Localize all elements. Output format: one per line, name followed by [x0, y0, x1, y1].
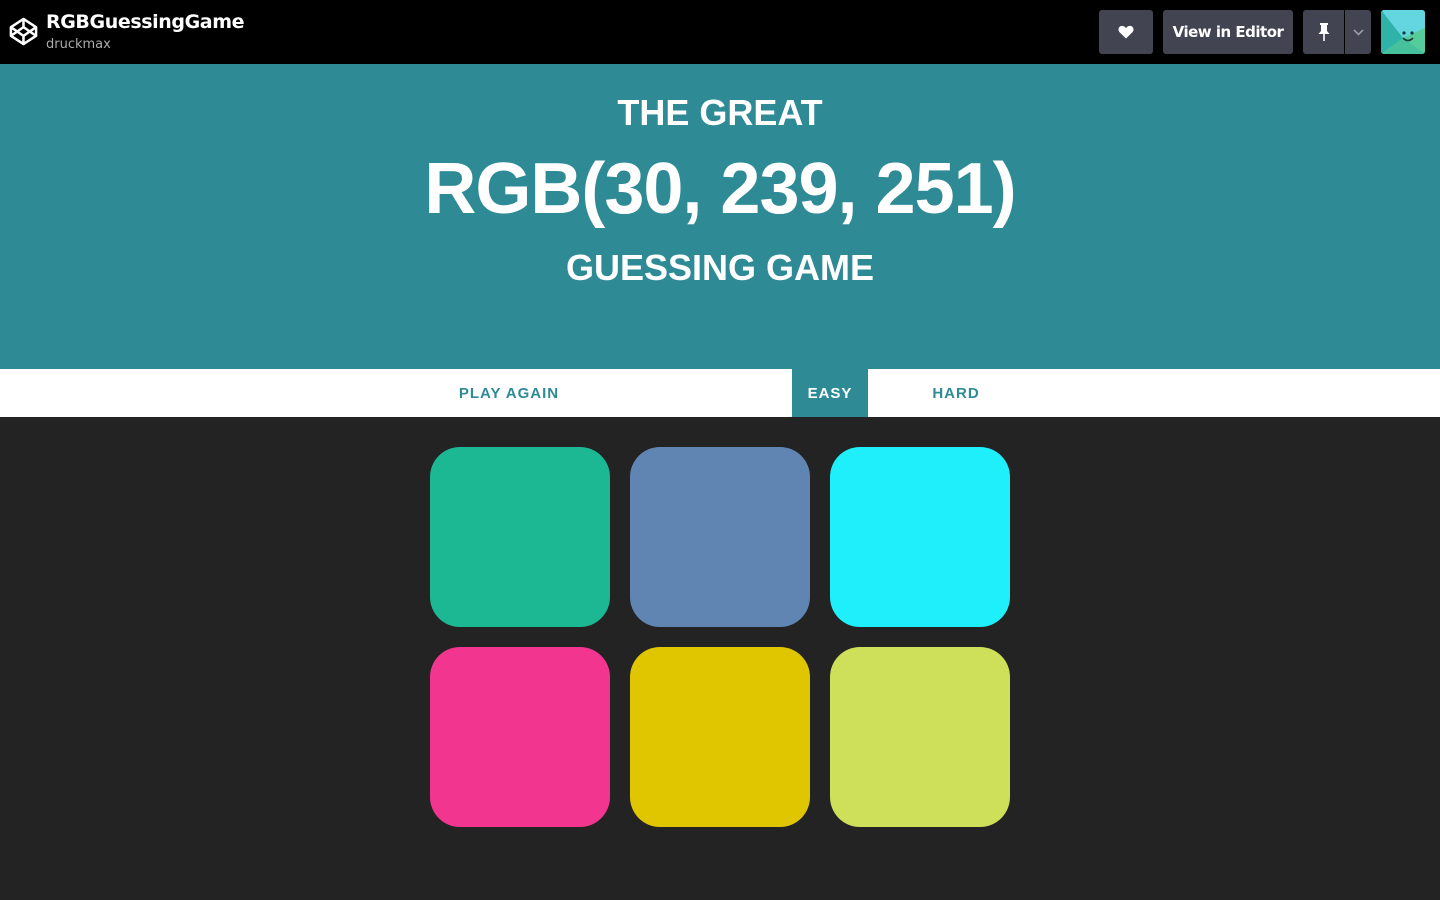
user-avatar[interactable]: [1381, 10, 1425, 54]
color-square[interactable]: [830, 647, 1010, 827]
color-square[interactable]: [630, 647, 810, 827]
color-square[interactable]: [630, 447, 810, 627]
avatar-icon: [1381, 10, 1425, 54]
color-square[interactable]: [430, 647, 610, 827]
play-again-button[interactable]: PLAY AGAIN: [440, 369, 578, 417]
pen-author-link[interactable]: druckmax: [46, 37, 111, 52]
color-square[interactable]: [830, 447, 1010, 627]
view-in-editor-button[interactable]: View in Editor: [1163, 10, 1293, 54]
header-title-top: THE GREAT: [617, 92, 823, 133]
pin-icon: [1318, 23, 1329, 41]
easy-mode-button[interactable]: EASY: [792, 369, 868, 417]
hard-mode-button[interactable]: HARD: [918, 369, 994, 417]
header-title-bottom: GUESSING GAME: [565, 247, 875, 288]
codepen-topbar: RGBGuessingGame druckmax View in Editor: [0, 0, 1440, 64]
color-square[interactable]: [430, 447, 610, 627]
pin-options-dropdown[interactable]: [1345, 10, 1371, 54]
codepen-logo-icon[interactable]: [8, 16, 39, 47]
target-rgb-display: RGB(30, 239, 251): [424, 149, 1016, 229]
pen-title: RGBGuessingGame: [46, 11, 245, 33]
pin-button[interactable]: [1303, 10, 1344, 54]
control-stripe: PLAY AGAIN EASY HARD: [0, 369, 1440, 417]
chevron-down-icon: [1352, 28, 1364, 36]
heart-icon: [1118, 25, 1134, 39]
game-header: THE GREAT RGB(30, 239, 251) GUESSING GAM…: [0, 64, 1440, 369]
love-button[interactable]: [1099, 10, 1153, 54]
